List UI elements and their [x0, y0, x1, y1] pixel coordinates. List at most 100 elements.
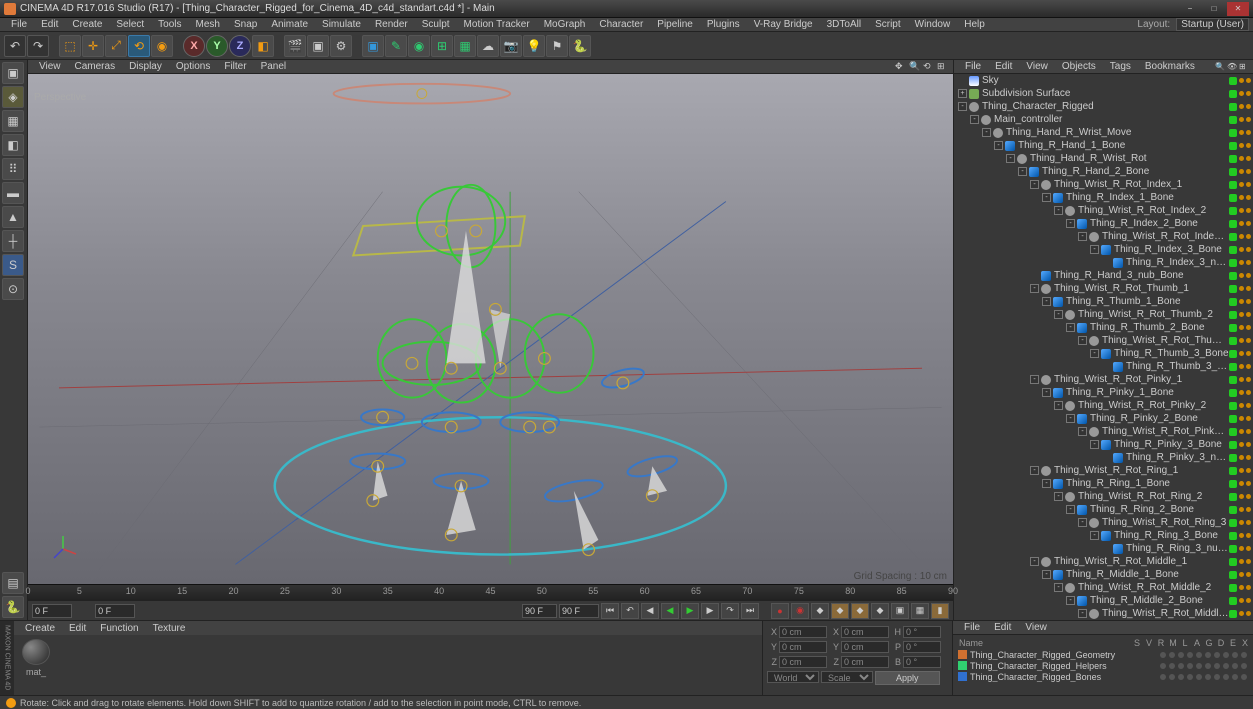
om-render-dot[interactable] — [1246, 403, 1251, 408]
layer-row[interactable]: Thing_Character_Rigged_Geometry — [955, 649, 1251, 660]
om-visibility-tag[interactable] — [1229, 428, 1237, 436]
render-settings-button[interactable]: ⚙ — [330, 35, 352, 57]
goto-start-button[interactable]: ⏮ — [601, 603, 619, 619]
layer-toggle-icon[interactable] — [1196, 674, 1202, 680]
coord-b-field[interactable] — [903, 656, 941, 668]
om-editor-dot[interactable] — [1239, 195, 1244, 200]
om-object-name[interactable]: Thing_R_Thumb_3_nub_Bone — [1126, 361, 1229, 372]
viewport-3d[interactable]: Perspective — [28, 74, 953, 584]
om-editor-dot[interactable] — [1239, 130, 1244, 135]
record-button[interactable]: ● — [771, 603, 789, 619]
play-back-button[interactable]: ◀ — [661, 603, 679, 619]
key-pla-button[interactable]: ▣ — [891, 603, 909, 619]
om-expand-toggle[interactable]: - — [1006, 154, 1015, 163]
om-render-dot[interactable] — [1246, 260, 1251, 265]
layer-row[interactable]: Thing_Character_Rigged_Bones — [955, 671, 1251, 682]
om-expand-toggle[interactable]: - — [1042, 193, 1051, 202]
om-editor-dot[interactable] — [1239, 403, 1244, 408]
om-visibility-tag[interactable] — [1229, 441, 1237, 449]
layer-menu-file[interactable]: File — [957, 622, 987, 633]
play-button[interactable]: ▶ — [681, 603, 699, 619]
menu-render[interactable]: Render — [368, 19, 415, 30]
axis-x-toggle[interactable]: X — [183, 35, 205, 57]
layer-row[interactable]: Thing_Character_Rigged_Helpers — [955, 660, 1251, 671]
deformer-button[interactable]: ▦ — [454, 35, 476, 57]
om-editor-dot[interactable] — [1239, 520, 1244, 525]
om-object-name[interactable]: Thing_R_Thumb_3_Bone — [1114, 348, 1229, 359]
coord-mode-select[interactable]: World — [767, 671, 819, 683]
axis-y-toggle[interactable]: Y — [206, 35, 228, 57]
om-render-dot[interactable] — [1246, 364, 1251, 369]
om-object-name[interactable]: Thing_R_Pinky_3_Bone — [1114, 439, 1229, 450]
undo-button[interactable]: ↶ — [4, 35, 26, 57]
om-editor-dot[interactable] — [1239, 156, 1244, 161]
om-visibility-tag[interactable] — [1229, 454, 1237, 462]
om-render-dot[interactable] — [1246, 208, 1251, 213]
om-editor-dot[interactable] — [1239, 312, 1244, 317]
om-expand-toggle[interactable]: - — [1078, 427, 1087, 436]
om-render-dot[interactable] — [1246, 351, 1251, 356]
om-render-dot[interactable] — [1246, 195, 1251, 200]
om-object-row[interactable]: -Thing_Hand_R_Wrist_Move — [954, 126, 1253, 139]
om-object-name[interactable]: Thing_R_Hand_1_Bone — [1018, 140, 1229, 151]
environment-button[interactable]: ☁ — [477, 35, 499, 57]
om-visibility-tag[interactable] — [1229, 519, 1237, 527]
timeline-start-field[interactable] — [32, 604, 72, 618]
om-editor-dot[interactable] — [1239, 468, 1244, 473]
om-visibility-tag[interactable] — [1229, 558, 1237, 566]
timeline-marker-button[interactable]: ▮ — [931, 603, 949, 619]
layer-name[interactable]: Thing_Character_Rigged_Bones — [970, 672, 1160, 682]
render-region-button[interactable]: ▣ — [307, 35, 329, 57]
om-object-row[interactable]: -Thing_Wrist_R_Rot_Ring_3 — [954, 516, 1253, 529]
layer-toggle-icon[interactable] — [1160, 674, 1166, 680]
om-expand-toggle[interactable]: - — [1078, 609, 1087, 618]
om-visibility-tag[interactable] — [1229, 220, 1237, 228]
om-filter-icon[interactable]: 👁 — [1227, 62, 1237, 72]
om-search-icon[interactable]: 🔍 — [1215, 62, 1225, 72]
pen-tool-button[interactable]: ✎ — [385, 35, 407, 57]
om-object-row[interactable]: -Thing_Character_Rigged — [954, 100, 1253, 113]
om-visibility-tag[interactable] — [1229, 207, 1237, 215]
layer-toggle-icon[interactable] — [1160, 663, 1166, 669]
axis-z-toggle[interactable]: Z — [229, 35, 251, 57]
menu-sculpt[interactable]: Sculpt — [415, 19, 457, 30]
layer-toggle-icon[interactable] — [1241, 663, 1247, 669]
layer-toggle-icon[interactable] — [1232, 663, 1238, 669]
om-object-name[interactable]: Thing_R_Thumb_2_Bone — [1090, 322, 1229, 333]
om-object-name[interactable]: Thing_Hand_R_Wrist_Rot — [1030, 153, 1229, 164]
viewport-nav-icon[interactable]: ✥ — [895, 61, 907, 73]
layer-toggle-icon[interactable] — [1196, 652, 1202, 658]
om-object-row[interactable]: Thing_R_Index_3_nub_Bone — [954, 256, 1253, 269]
menu-animate[interactable]: Animate — [264, 19, 315, 30]
om-object-row[interactable]: Thing_R_Pinky_3_nub_Bone — [954, 451, 1253, 464]
om-editor-dot[interactable] — [1239, 234, 1244, 239]
om-object-row[interactable]: -Thing_Wrist_R_Rot_Thumb_3 — [954, 334, 1253, 347]
layer-toggle-icon[interactable] — [1232, 652, 1238, 658]
om-expand-toggle[interactable]: - — [1054, 492, 1063, 501]
om-editor-dot[interactable] — [1239, 572, 1244, 577]
om-expand-toggle[interactable]: - — [1030, 466, 1039, 475]
om-object-name[interactable]: Thing_R_Index_1_Bone — [1066, 192, 1229, 203]
tag-button[interactable]: ⚑ — [546, 35, 568, 57]
om-object-name[interactable]: Subdivision Surface — [982, 88, 1229, 99]
om-object-row[interactable]: -Thing_Wrist_R_Rot_Middle_3 — [954, 607, 1253, 620]
layer-color-swatch[interactable] — [958, 661, 967, 670]
maximize-button[interactable]: □ — [1203, 2, 1225, 16]
coord-apply-button[interactable]: Apply — [875, 671, 940, 685]
om-editor-dot[interactable] — [1239, 507, 1244, 512]
om-expand-toggle[interactable]: - — [1066, 505, 1075, 514]
om-object-name[interactable]: Thing_R_Ring_3_Bone — [1114, 530, 1229, 541]
next-frame-button[interactable]: ▶ — [701, 603, 719, 619]
om-object-name[interactable]: Thing_R_Middle_2_Bone — [1090, 595, 1229, 606]
om-object-name[interactable]: Thing_Wrist_R_Rot_Middle_2 — [1078, 582, 1229, 593]
om-object-name[interactable]: Thing_Wrist_R_Rot_Thumb_2 — [1078, 309, 1229, 320]
om-editor-dot[interactable] — [1239, 364, 1244, 369]
viewport-layout-icon[interactable]: ⊞ — [937, 61, 949, 73]
om-object-row[interactable]: Thing_R_Ring_3_nub_Bone — [954, 542, 1253, 555]
om-object-row[interactable]: -Thing_Wrist_R_Rot_Index_3 — [954, 230, 1253, 243]
om-render-dot[interactable] — [1246, 546, 1251, 551]
om-object-row[interactable]: -Thing_R_Pinky_2_Bone — [954, 412, 1253, 425]
om-visibility-tag[interactable] — [1229, 77, 1237, 85]
layer-toggle-icon[interactable] — [1160, 652, 1166, 658]
om-object-name[interactable]: Sky — [982, 75, 1229, 86]
